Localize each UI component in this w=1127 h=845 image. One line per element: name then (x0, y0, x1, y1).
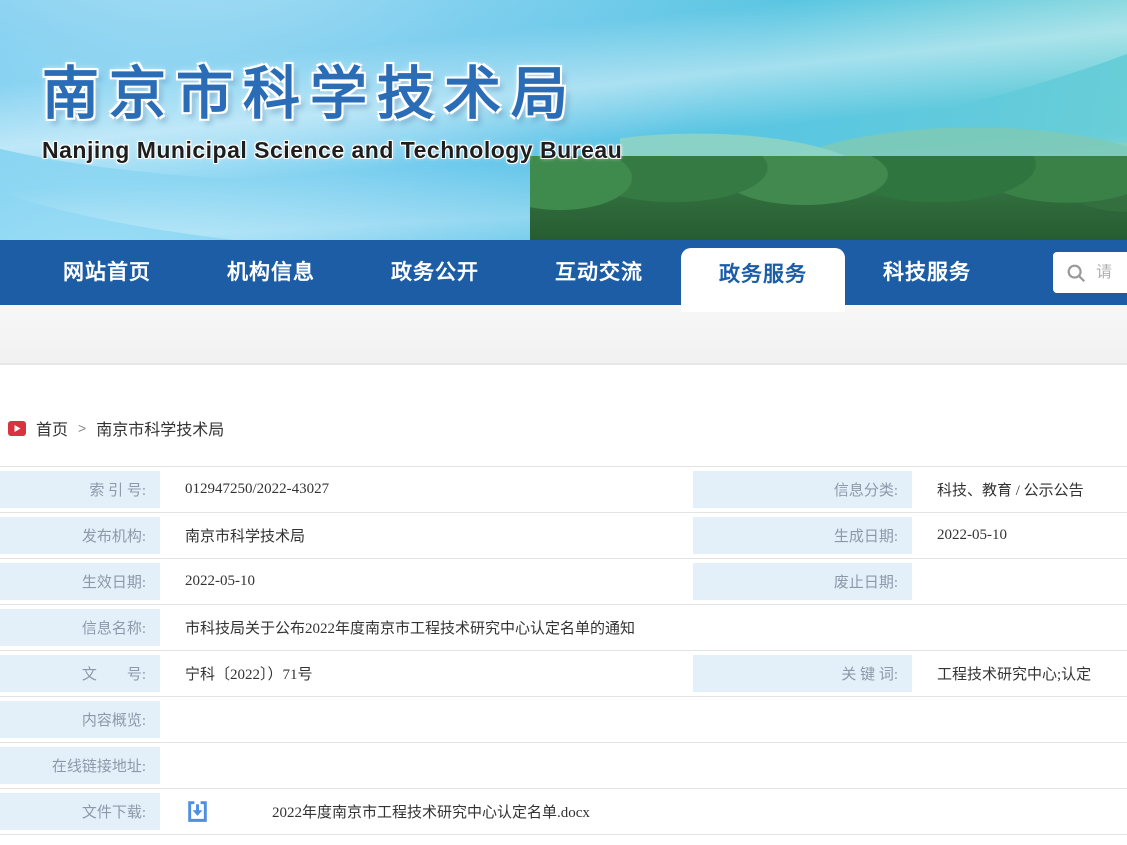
nav-item-interaction[interactable]: 互动交流 (517, 240, 681, 305)
download-file-link[interactable]: 2022年度南京市工程技术研究中心认定名单.docx (272, 801, 590, 822)
nav-items: 网站首页 机构信息 政务公开 互动交流 政务服务 科技服务 (0, 240, 1127, 305)
nav-item-tech-services[interactable]: 科技服务 (845, 240, 1009, 305)
doc-number-value: 宁科〔2022〕）71号 (168, 651, 685, 696)
online-link-label: 在线链接地址: (52, 755, 160, 776)
table-row-publisher-created: 发布机构: 南京市科学技术局 生成日期: 2022-05-10 (0, 513, 1127, 559)
publisher-label-cell: 发布机构: (0, 513, 168, 558)
effective-date-label-cell: 生效日期: (0, 559, 168, 604)
created-date-value: 2022-05-10 (920, 513, 1127, 558)
keywords-value: 工程技术研究中心;认定 (920, 651, 1127, 696)
category-label-cell: 信息分类: (685, 467, 920, 512)
nav-item-home[interactable]: 网站首页 (25, 240, 189, 305)
info-title-label: 信息名称: (82, 617, 160, 638)
document-info-table: 索 引 号: 012947250/2022-43027 信息分类: 科技、教育 … (0, 466, 1127, 835)
index-number-label-cell: 索 引 号: (0, 467, 168, 512)
doc-number-label-cell: 文 号: (0, 651, 168, 696)
download-label-cell: 文件下载: (0, 789, 168, 834)
publisher-label: 发布机构: (82, 525, 160, 546)
online-link-value (168, 743, 1127, 788)
header-banner: 南京市科学技术局 Nanjing Municipal Science and T… (0, 0, 1127, 240)
table-row-link: 在线链接地址: (0, 743, 1127, 789)
nav-item-org-info[interactable]: 机构信息 (189, 240, 353, 305)
abolition-date-value (920, 559, 1127, 604)
search-box[interactable] (1053, 252, 1127, 293)
index-number-label: 索 引 号: (89, 479, 160, 500)
index-number-value: 012947250/2022-43027 (168, 467, 685, 512)
created-date-label: 生成日期: (834, 525, 912, 546)
nav-item-gov-services[interactable]: 政务服务 (681, 248, 845, 312)
search-input[interactable] (1096, 264, 1127, 282)
abolition-date-label: 废止日期: (834, 571, 912, 592)
submenu-band (0, 305, 1127, 365)
publisher-value: 南京市科学技术局 (168, 513, 685, 558)
breadcrumb: 首页 > 南京市科学技术局 (8, 413, 1127, 443)
info-title-value: 市科技局关于公布2022年度南京市工程技术研究中心认定名单的通知 (168, 605, 1127, 650)
main-navbar: 网站首页 机构信息 政务公开 互动交流 政务服务 科技服务 (0, 240, 1127, 305)
site-title-cn: 南京市科学技术局 (42, 48, 578, 130)
summary-label-cell: 内容概览: (0, 697, 168, 742)
breadcrumb-home-link[interactable]: 首页 (36, 416, 68, 440)
download-label: 文件下载: (82, 801, 160, 822)
breadcrumb-play-icon (8, 421, 26, 436)
abolition-date-label-cell: 废止日期: (685, 559, 920, 604)
search-icon (1065, 262, 1087, 284)
effective-date-label: 生效日期: (82, 571, 160, 592)
summary-value (168, 697, 1127, 742)
table-row-index-category: 索 引 号: 012947250/2022-43027 信息分类: 科技、教育 … (0, 467, 1127, 513)
doc-number-label: 文 号: (82, 663, 160, 684)
table-row-summary: 内容概览: (0, 697, 1127, 743)
category-value: 科技、教育 / 公示公告 (920, 467, 1127, 512)
category-label: 信息分类: (834, 479, 912, 500)
breadcrumb-current: 南京市科学技术局 (96, 416, 224, 440)
site-title-en: Nanjing Municipal Science and Technology… (42, 137, 622, 164)
effective-date-value: 2022-05-10 (168, 559, 685, 604)
info-title-label-cell: 信息名称: (0, 605, 168, 650)
online-link-label-cell: 在线链接地址: (0, 743, 168, 788)
table-row-docnum-keywords: 文 号: 宁科〔2022〕）71号 关 键 词: 工程技术研究中心;认定 (0, 651, 1127, 697)
table-row-title: 信息名称: 市科技局关于公布2022年度南京市工程技术研究中心认定名单的通知 (0, 605, 1127, 651)
table-row-effective-abolition: 生效日期: 2022-05-10 废止日期: (0, 559, 1127, 605)
summary-label: 内容概览: (82, 709, 160, 730)
keywords-label-cell: 关 键 词: (685, 651, 920, 696)
download-icon[interactable] (185, 799, 210, 824)
download-value-cell: 2022年度南京市工程技术研究中心认定名单.docx (168, 789, 1127, 834)
banner-treeline-decoration (530, 156, 1127, 240)
keywords-label: 关 键 词: (841, 663, 912, 684)
table-row-download: 文件下载: 2022年度南京市工程技术研究中心认定名单.docx (0, 789, 1127, 835)
nav-item-gov-disclosure[interactable]: 政务公开 (353, 240, 517, 305)
breadcrumb-separator: > (78, 420, 86, 436)
created-date-label-cell: 生成日期: (685, 513, 920, 558)
